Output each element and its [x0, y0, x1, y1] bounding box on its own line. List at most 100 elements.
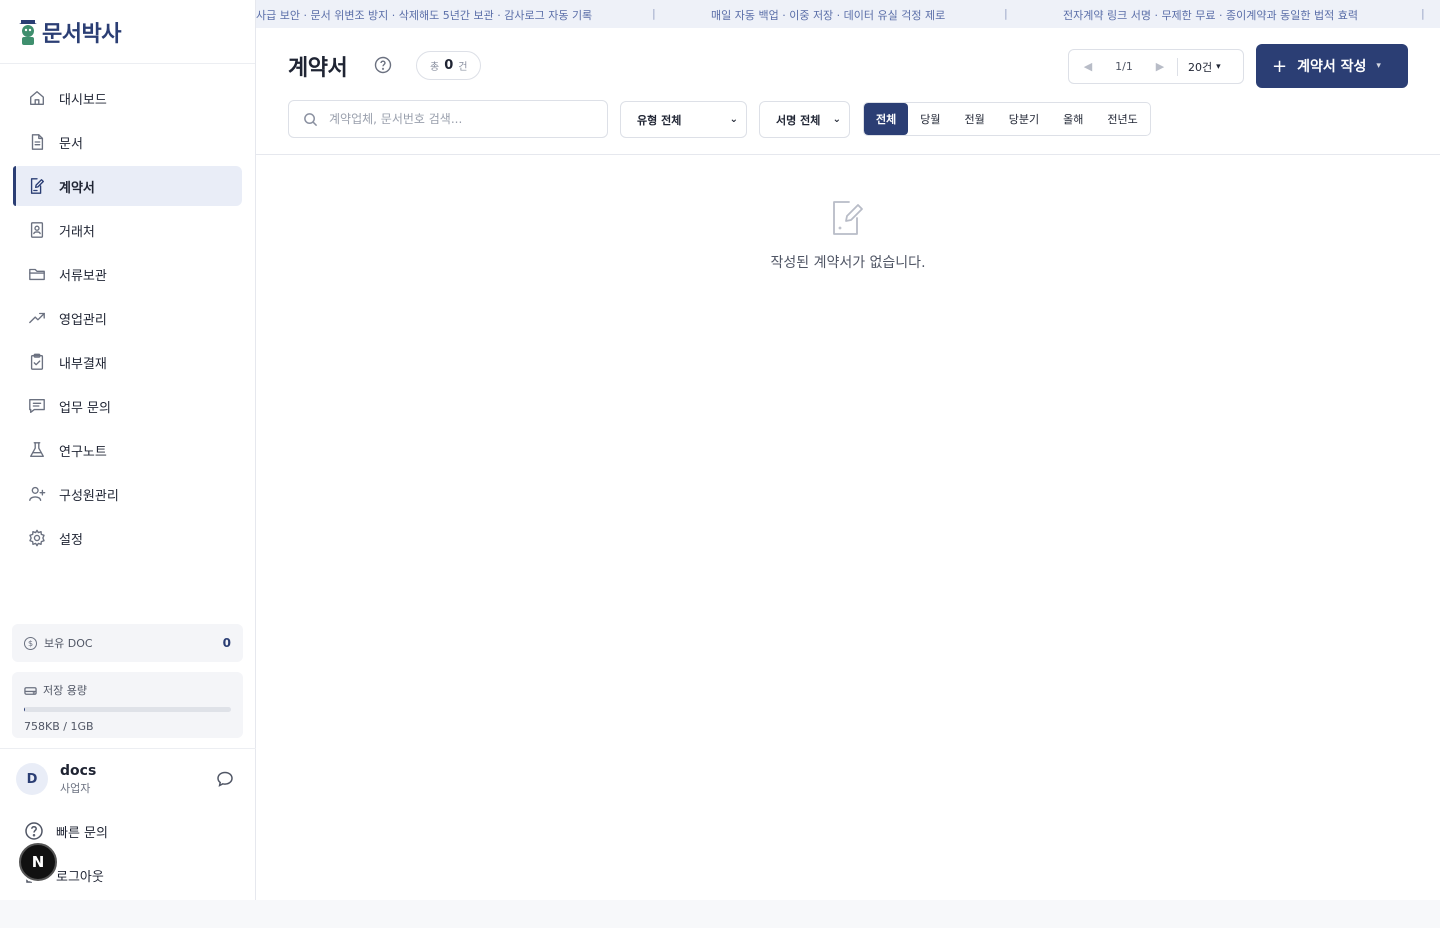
- search-input[interactable]: [329, 112, 589, 126]
- document-icon: [27, 132, 47, 152]
- user-profile[interactable]: D docs 사업자: [0, 749, 256, 809]
- plus-icon: +: [1272, 55, 1288, 77]
- sidebar-item-label: 거래처: [59, 224, 95, 240]
- doctor-mascot-icon: [19, 19, 37, 45]
- count-value: 0: [444, 58, 454, 73]
- sidebar-item-label: 연구노트: [59, 444, 107, 460]
- doc-balance-label: 보유 DOC: [44, 637, 93, 650]
- hard-drive-icon: [24, 686, 37, 695]
- sign-filter-select[interactable]: 서명 전체 ⌄: [759, 101, 850, 138]
- period-last-month-button[interactable]: 전월: [953, 103, 997, 135]
- ticker-separator: |: [1004, 7, 1008, 20]
- period-this-month-button[interactable]: 당월: [908, 103, 952, 135]
- sidebar-item-dashboard[interactable]: 대시보드: [13, 78, 242, 118]
- chevron-down-icon: ▾: [1216, 61, 1221, 72]
- help-icon[interactable]: [374, 56, 392, 74]
- storage-progress-fill: [24, 707, 25, 712]
- sidebar-item-research-notes[interactable]: 연구노트: [13, 430, 242, 470]
- ticker-separator: |: [652, 7, 656, 20]
- home-icon: [27, 88, 47, 108]
- search-icon: [304, 112, 318, 126]
- ticker-separator: |: [1421, 7, 1425, 20]
- pagination: ◀ 1/1 ▶ 20건 ▾: [1068, 49, 1244, 84]
- ticker-item: 매일 자동 백업 · 이중 저장 · 데이터 유실 걱정 제로: [711, 9, 946, 22]
- period-last-year-button[interactable]: 전년도: [1095, 103, 1149, 135]
- doc-balance[interactable]: $ 보유 DOC 0: [12, 624, 243, 662]
- storage-progress-bar: [24, 707, 231, 712]
- prev-page-button[interactable]: ◀: [1077, 50, 1099, 83]
- storage-usage: 저장 용량 758KB / 1GB: [12, 672, 243, 738]
- type-filter-select[interactable]: 유형 전체 ⌄: [620, 101, 747, 138]
- page-indicator: 1/1: [1115, 60, 1133, 73]
- user-plus-icon: [27, 484, 47, 504]
- type-filter-value: 유형 전체: [637, 113, 682, 127]
- period-this-year-button[interactable]: 올해: [1051, 103, 1095, 135]
- count-prefix: 총: [430, 62, 440, 73]
- empty-message: 작성된 계약서가 없습니다.: [770, 255, 926, 271]
- count-suffix: 건: [458, 62, 468, 73]
- per-page-value: 20건: [1188, 60, 1213, 74]
- contract-edit-icon: [829, 198, 867, 238]
- ticker-item: 사급 보안 · 문서 위변조 방지 · 삭제해도 5년간 보관 · 감사로그 자…: [256, 9, 593, 22]
- pager-divider: [1177, 57, 1178, 76]
- sidebar-item-label: 문서: [59, 136, 83, 152]
- clipboard-check-icon: [27, 352, 47, 372]
- period-all-button[interactable]: 전체: [864, 103, 909, 135]
- sidebar-item-label: 영업관리: [59, 312, 107, 328]
- sidebar-item-members[interactable]: 구성원관리: [13, 474, 242, 514]
- total-count-badge: 총 0 건: [416, 51, 482, 80]
- user-role: 사업자: [60, 781, 91, 795]
- sidebar-item-archive[interactable]: 서류보관: [13, 254, 242, 294]
- sidebar-item-documents[interactable]: 문서: [13, 122, 242, 162]
- logout-label: 로그아웃: [56, 869, 104, 885]
- main-content: 계약서 총 0 건 ◀ 1/1 ▶ 20건 ▾ + 계약서 작성 ▾ 계약업체,…: [256, 28, 1440, 900]
- sidebar-item-label: 업무 문의: [59, 400, 111, 416]
- ticker-item: 전자계약 링크 서명 · 무제한 무료 · 종이계약과 동일한 법적 효력: [1063, 9, 1358, 22]
- create-contract-label: 계약서 작성: [1297, 59, 1367, 75]
- chevron-down-icon: ⌄: [832, 114, 841, 125]
- doc-balance-value: 0: [222, 636, 231, 650]
- n-floating-badge[interactable]: N: [19, 843, 57, 881]
- page-header: 계약서 총 0 건 ◀ 1/1 ▶ 20건 ▾ + 계약서 작성 ▾ 계약업체,…: [256, 28, 1440, 155]
- coin-icon: $: [24, 636, 37, 650]
- sidebar-item-label: 내부결재: [59, 356, 107, 372]
- brand-logo[interactable]: 문서박사: [0, 0, 255, 64]
- folder-icon: [27, 264, 47, 284]
- chat-bubble-icon[interactable]: [216, 770, 234, 788]
- sidebar-item-approval[interactable]: 내부결재: [13, 342, 242, 382]
- avatar: D: [16, 763, 48, 795]
- message-square-icon: [27, 396, 47, 416]
- per-page-select[interactable]: 20건 ▾: [1188, 59, 1221, 75]
- period-filter: 전체 당월 전월 당분기 올해 전년도: [863, 102, 1151, 136]
- create-contract-button[interactable]: + 계약서 작성 ▾: [1256, 44, 1408, 88]
- sidebar-item-label: 계약서: [59, 180, 95, 196]
- contract-edit-icon: [27, 176, 47, 196]
- sidebar-item-contracts[interactable]: 계약서: [13, 166, 242, 206]
- quick-inquiry-label: 빠른 문의: [56, 825, 108, 841]
- sidebar-item-label: 설정: [59, 532, 83, 548]
- chevron-down-icon[interactable]: ▾: [1376, 61, 1381, 71]
- announcement-ticker: 사급 보안 · 문서 위변조 방지 · 삭제해도 5년간 보관 · 감사로그 자…: [256, 0, 1440, 28]
- sidebar-item-clients[interactable]: 거래처: [13, 210, 242, 250]
- trending-up-icon: [27, 308, 47, 328]
- sidebar-item-label: 구성원관리: [59, 488, 119, 504]
- search-field[interactable]: [288, 100, 608, 138]
- empty-state: 작성된 계약서가 없습니다.: [256, 198, 1440, 272]
- sidebar-item-settings[interactable]: 설정: [13, 518, 242, 558]
- sidebar: 문서박사 대시보드 문서 계약서 거래처 서류보관 영업관리 내부결재 업무 문…: [0, 0, 256, 900]
- next-page-button[interactable]: ▶: [1149, 50, 1171, 83]
- brand-name: 문서박사: [42, 21, 121, 47]
- sidebar-item-label: 서류보관: [59, 268, 107, 284]
- chevron-down-icon: ⌄: [729, 114, 738, 125]
- user-name: docs: [60, 762, 97, 779]
- gear-icon: [27, 528, 47, 548]
- sidebar-nav: 대시보드 문서 계약서 거래처 서류보관 영업관리 내부결재 업무 문의 연구노…: [0, 64, 255, 558]
- period-this-quarter-button[interactable]: 당분기: [997, 103, 1051, 135]
- sidebar-item-sales[interactable]: 영업관리: [13, 298, 242, 338]
- contact-card-icon: [27, 220, 47, 240]
- storage-label: 저장 용량: [43, 684, 87, 697]
- sign-filter-value: 서명 전체: [776, 113, 821, 127]
- flask-icon: [27, 440, 47, 460]
- sidebar-item-inquiry[interactable]: 업무 문의: [13, 386, 242, 426]
- page-title: 계약서: [288, 56, 348, 81]
